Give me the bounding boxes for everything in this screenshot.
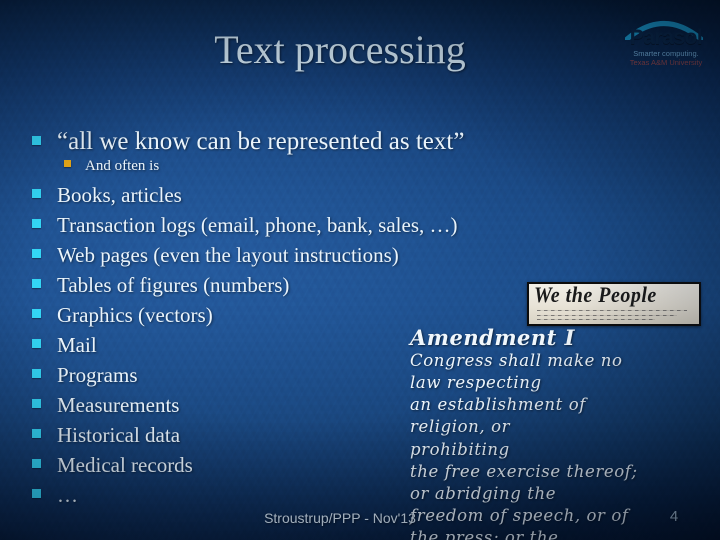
- list-item-label: Programs: [57, 363, 138, 387]
- bullet-square-icon: [32, 219, 41, 228]
- amendment-line: freedom of speech, or of: [410, 505, 629, 525]
- list-item: Books, articles: [32, 183, 682, 212]
- amendment-line: religion, or: [410, 417, 511, 437]
- slide-footer: Stroustrup/PPP - Nov'13: [264, 510, 416, 526]
- bullet-square-icon: [32, 249, 41, 258]
- bullet-square-icon: [32, 339, 41, 348]
- amendment-line: prohibiting: [410, 439, 510, 459]
- amendment-line: law respecting: [410, 373, 542, 393]
- slide-canvas: Parasol Smarter computing. Texas A&M Uni…: [0, 0, 720, 540]
- list-item-label: Historical data: [57, 423, 181, 447]
- bullet-square-icon: [32, 489, 41, 498]
- bullet-square-icon: [32, 309, 41, 318]
- amendment-line: Congress shall make no: [410, 351, 623, 371]
- bullet-square-icon: [32, 399, 41, 408]
- list-item-label: Web pages (even the layout instructions): [57, 243, 399, 267]
- amendment-heading: Amendment I: [410, 325, 576, 350]
- amendment-line: the press; or the: [410, 527, 559, 540]
- list-item-label: Tables of figures (numbers): [57, 273, 290, 297]
- list-item: Web pages (even the layout instructions): [32, 243, 682, 272]
- list-item: And often is: [64, 158, 682, 182]
- list-item: “all we know can be represented as text”: [32, 128, 682, 157]
- list-item-label: …: [57, 483, 78, 507]
- list-item-label: And often is: [85, 158, 160, 174]
- bullet-square-icon: [32, 136, 41, 145]
- bullet-square-icon: [32, 369, 41, 378]
- list-item-label: Mail: [57, 333, 97, 357]
- list-item: Transaction logs (email, phone, bank, sa…: [32, 213, 682, 242]
- list-item-label: Books, articles: [57, 183, 182, 207]
- parasol-affiliation: Texas A&M University: [629, 58, 703, 67]
- constitution-image: We the People: [527, 282, 701, 326]
- amendment-line: an establishment of: [410, 395, 586, 415]
- constitution-headline: We the People: [534, 283, 657, 308]
- parasol-logo: Parasol Smarter computing. Texas A&M Uni…: [617, 14, 715, 68]
- list-item-label: Medical records: [57, 453, 193, 477]
- bullet-square-icon: [32, 429, 41, 438]
- list-item-label: Graphics (vectors): [57, 303, 213, 327]
- constitution-script-line: [537, 315, 677, 316]
- amendment-line: or abridging the: [410, 483, 557, 503]
- list-item-label: Measurements: [57, 393, 180, 417]
- slide-page-number: 4: [669, 508, 679, 525]
- amendment-text: Amendment I Congress shall make no law r…: [410, 326, 680, 540]
- constitution-script-line: [537, 310, 687, 311]
- slide-title: Text processing: [214, 27, 466, 72]
- constitution-script-line: [537, 319, 655, 320]
- bullet-square-icon: [32, 459, 41, 468]
- bullet-square-icon: [64, 160, 71, 167]
- bullet-square-icon: [32, 279, 41, 288]
- amendment-line: the free exercise thereof;: [410, 461, 638, 481]
- bullet-square-icon: [32, 189, 41, 198]
- list-item-label: Transaction logs (email, phone, bank, sa…: [57, 213, 458, 237]
- list-item-label: “all we know can be represented as text”: [57, 128, 465, 155]
- parasol-wordmark: Parasol: [629, 26, 703, 49]
